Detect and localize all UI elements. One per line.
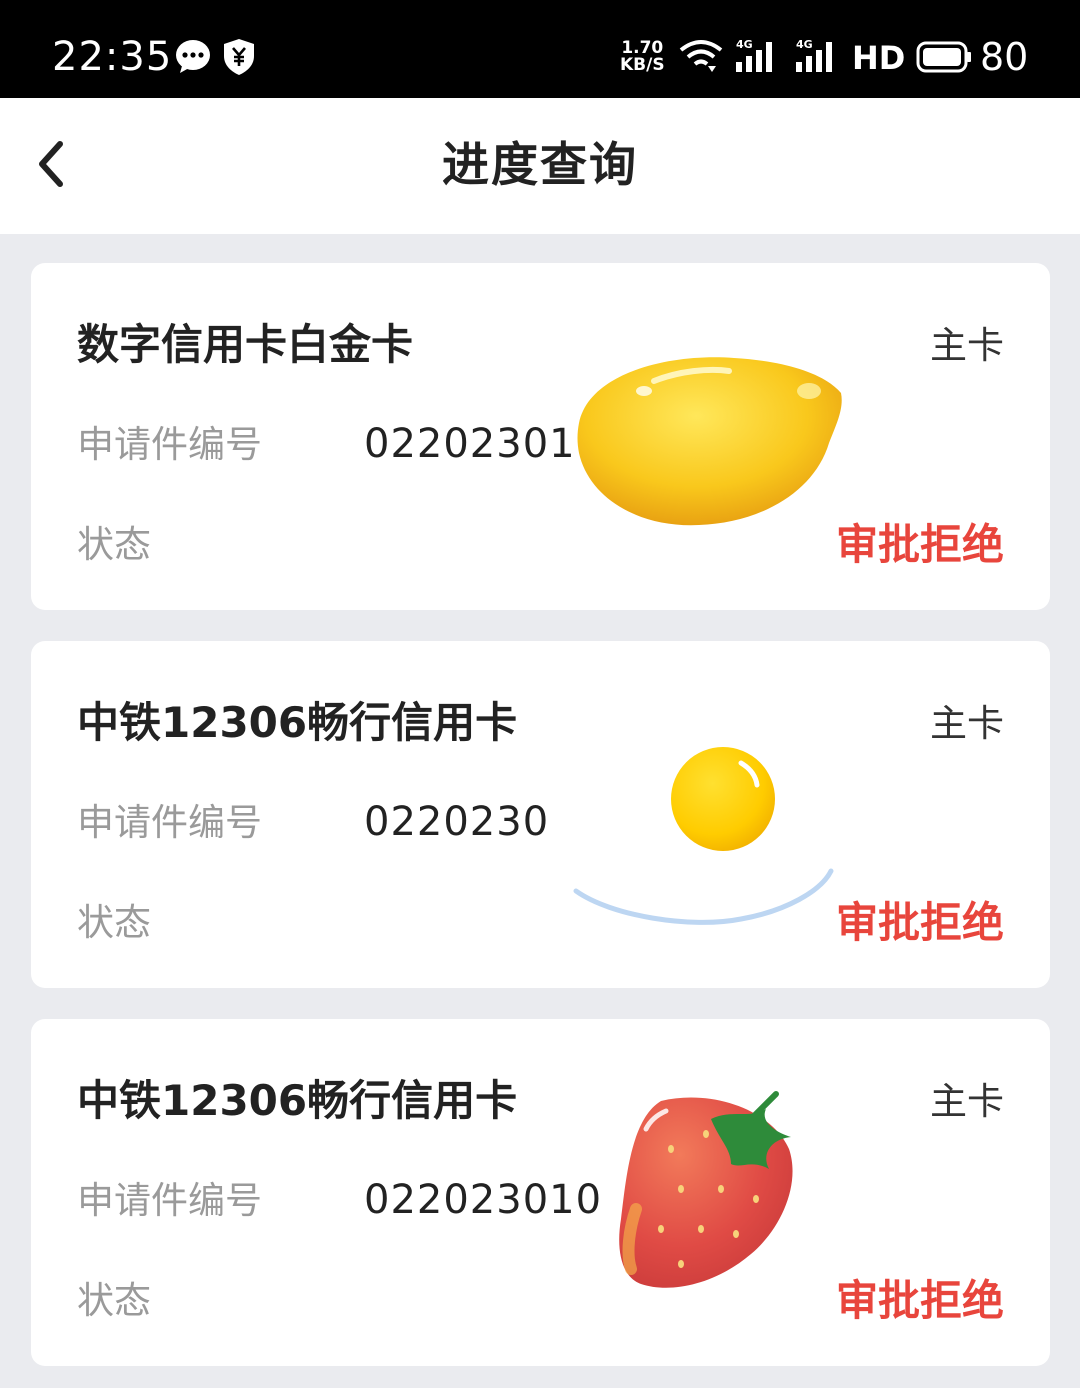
status-bar: 22:35 1.70 KB/S 4G 4G HD 80	[0, 0, 1080, 98]
application-card[interactable]: 数字信用卡白金卡 主卡 申请件编号 02202301 状态 审批拒绝	[31, 263, 1050, 610]
application-number-label: 申请件编号	[77, 423, 262, 466]
card-type-label: 主卡	[930, 702, 1004, 745]
application-card[interactable]: 中铁12306畅行信用卡 主卡 申请件编号 0220230 状态 审批拒绝	[31, 641, 1050, 988]
application-number: 0220230	[364, 799, 550, 845]
svg-text:4G: 4G	[736, 38, 753, 51]
page-title: 进度查询	[442, 138, 638, 193]
card-type-label: 主卡	[930, 324, 1004, 367]
battery-icon	[916, 41, 971, 73]
back-button[interactable]	[24, 128, 84, 204]
message-icon	[176, 40, 210, 73]
network-speed-unit: KB/S	[620, 55, 665, 75]
strawberry-sticker	[619, 1091, 793, 1288]
hd-indicator: HD	[852, 39, 906, 77]
card-name: 中铁12306畅行信用卡	[77, 1076, 518, 1125]
status-label: 状态	[77, 901, 151, 944]
network-speed: 1.70 KB/S	[620, 40, 665, 74]
chevron-left-icon	[39, 141, 63, 187]
app-header: 进度查询	[0, 98, 1080, 234]
card-type-label: 主卡	[930, 1080, 1004, 1123]
fried-egg-sticker	[573, 744, 834, 925]
battery-level: 80	[980, 35, 1029, 79]
application-number: 022023010	[364, 1177, 603, 1223]
status-time: 22:35	[52, 34, 173, 80]
signal-4g-icon: 4G	[736, 38, 772, 72]
status-value: 审批拒绝	[835, 520, 1004, 569]
lemon-sticker	[577, 357, 842, 526]
signal-4g-secondary-icon: 4G	[796, 38, 832, 72]
application-number: 02202301	[364, 421, 576, 467]
status-label: 状态	[77, 523, 151, 566]
card-name: 数字信用卡白金卡	[77, 320, 414, 369]
wifi-icon	[679, 40, 723, 72]
svg-text:4G: 4G	[796, 38, 813, 51]
status-value: 审批拒绝	[835, 898, 1004, 947]
application-number-label: 申请件编号	[77, 801, 262, 844]
status-value: 审批拒绝	[835, 1276, 1004, 1325]
status-label: 状态	[77, 1279, 151, 1322]
application-number-label: 申请件编号	[77, 1179, 262, 1222]
payment-shield-icon	[224, 39, 254, 75]
card-name: 中铁12306畅行信用卡	[77, 698, 518, 747]
application-card[interactable]: 中铁12306畅行信用卡 主卡 申请件编号 022023010 状态 审批拒绝	[31, 1019, 1050, 1366]
